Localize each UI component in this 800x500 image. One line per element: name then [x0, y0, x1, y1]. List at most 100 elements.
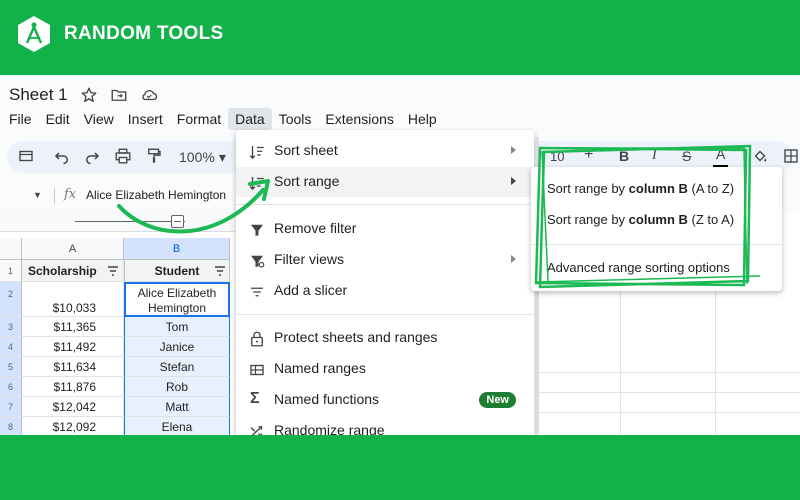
row-number[interactable]: 7 [0, 397, 22, 417]
sort-range-submenu: Sort range by column B (A to Z) Sort ran… [531, 167, 782, 291]
fx-icon: fx [64, 187, 77, 202]
fill-color-icon[interactable] [751, 147, 769, 167]
data-menu: Sort sheet Sort range Remove filter Filt… [236, 130, 534, 440]
grid-line [530, 372, 800, 373]
menu-item-protect[interactable]: Protect sheets and ranges [236, 323, 534, 353]
header-label-student: Student [154, 264, 200, 278]
star-icon[interactable] [80, 86, 98, 104]
filter-icon[interactable] [108, 266, 118, 276]
menu-divider [236, 204, 534, 205]
row-number[interactable]: 4 [0, 337, 22, 357]
active-cell[interactable]: Alice Elizabeth Hemington [124, 282, 230, 317]
grid-line [530, 392, 800, 393]
redo-icon[interactable] [83, 147, 101, 167]
filter-views-icon [251, 255, 265, 268]
cell-line: Hemington [147, 301, 207, 315]
italic-button[interactable]: I [652, 148, 657, 168]
menu-item-label: Named functions [274, 391, 380, 407]
row-number[interactable]: 5 [0, 357, 22, 377]
menu-help[interactable]: Help [401, 108, 444, 130]
menu-item-named-functions[interactable]: Σ Named functions New [236, 385, 534, 415]
compass-hexagon-icon [18, 16, 50, 52]
bold-button[interactable]: B [619, 148, 629, 168]
brand-name: RANDOM TOOLS [64, 23, 224, 44]
sigma-icon: Σ [250, 390, 260, 407]
table-cell[interactable]: $11,876 [22, 377, 124, 397]
menu-item-named-ranges[interactable]: Named ranges [236, 354, 534, 384]
new-badge: New [479, 392, 516, 408]
group-line [75, 221, 185, 222]
text-color-button[interactable]: A [713, 146, 729, 168]
collapse-group-button[interactable] [171, 215, 184, 228]
undo-icon[interactable] [53, 147, 71, 167]
menu-item-label: Sort range [274, 173, 340, 189]
column-header-a[interactable]: A [22, 238, 124, 260]
brand: RANDOM TOOLS [14, 14, 223, 54]
table-cell[interactable]: Rob [124, 377, 230, 397]
table-cell[interactable]: Tom [124, 317, 230, 337]
header-label-scholarship: Scholarship [28, 264, 97, 278]
table-cell[interactable]: Matt [124, 397, 230, 417]
menu-file[interactable]: File [0, 108, 39, 130]
table-cell[interactable]: $10,033 [22, 282, 124, 317]
advanced-sorting-option[interactable]: Advanced range sorting options [547, 260, 730, 275]
option-text: (A to Z) [687, 181, 735, 196]
table-cell[interactable]: Stefan [124, 357, 230, 377]
zoom-value: 100% [179, 149, 215, 165]
header-cell-scholarship[interactable]: Scholarship [22, 260, 124, 282]
formula-input[interactable]: Alice Elizabeth Hemington [86, 188, 226, 202]
document-title[interactable]: Sheet 1 [9, 85, 68, 105]
header-cell-student[interactable]: Student [124, 260, 230, 282]
menu-item-sort-range[interactable]: Sort range [236, 167, 534, 197]
borders-icon[interactable] [782, 147, 800, 167]
table-cell[interactable]: $12,092 [22, 417, 124, 435]
option-text: (Z to A) [687, 212, 735, 227]
menu-bar: File Edit View Insert Format Data Tools … [0, 108, 444, 130]
print-icon[interactable] [114, 147, 132, 167]
filter-icon[interactable] [215, 266, 225, 276]
table-cell[interactable]: $12,042 [22, 397, 124, 417]
menu-view[interactable]: View [77, 108, 121, 130]
row-number[interactable]: 8 [0, 417, 22, 435]
strikethrough-button[interactable]: S [682, 148, 691, 168]
menu-tools[interactable]: Tools [272, 108, 319, 130]
menu-item-label: Remove filter [274, 220, 357, 236]
menu-item-label: Filter views [274, 251, 345, 267]
row-number[interactable]: 1 [0, 260, 22, 282]
search-menus-icon[interactable] [17, 147, 35, 167]
cloud-status-icon[interactable] [140, 86, 158, 104]
table-cell[interactable]: Janice [124, 337, 230, 357]
table-cell[interactable]: $11,634 [22, 357, 124, 377]
column-header-b[interactable]: B [124, 238, 230, 260]
menu-edit[interactable]: Edit [39, 108, 77, 130]
table-cell[interactable]: $11,492 [22, 337, 124, 357]
select-all-corner[interactable] [0, 238, 22, 260]
menu-item-remove-filter[interactable]: Remove filter [236, 214, 534, 244]
font-size-field[interactable]: 10 [550, 149, 564, 169]
menu-divider [236, 314, 534, 315]
zoom-select[interactable]: 100% ▾ [179, 149, 226, 166]
submenu-arrow-icon [511, 146, 516, 154]
menu-item-add-slicer[interactable]: Add a slicer [236, 276, 534, 306]
bottom-banner [0, 435, 800, 500]
sort-range-icon [249, 177, 264, 190]
menu-item-sort-sheet[interactable]: Sort sheet [236, 136, 534, 166]
menu-item-filter-views[interactable]: Filter views [236, 245, 534, 275]
menu-item-label: Protect sheets and ranges [274, 329, 438, 345]
row-number[interactable]: 3 [0, 317, 22, 337]
table-cell[interactable]: $11,365 [22, 317, 124, 337]
menu-extensions[interactable]: Extensions [318, 108, 400, 130]
move-to-folder-icon[interactable] [110, 86, 128, 104]
row-number[interactable]: 2 [0, 282, 22, 317]
paint-format-icon[interactable] [145, 147, 163, 167]
row-number[interactable]: 6 [0, 377, 22, 397]
menu-insert[interactable]: Insert [121, 108, 170, 130]
menu-format[interactable]: Format [170, 108, 228, 130]
sort-a-to-z-option[interactable]: Sort range by column B (A to Z) [547, 181, 734, 196]
increase-font-size-button[interactable]: + [584, 146, 593, 166]
sort-z-to-a-option[interactable]: Sort range by column B (Z to A) [547, 212, 734, 227]
table-cell[interactable]: Elena [124, 417, 230, 435]
slicer-icon [251, 287, 263, 297]
menu-data[interactable]: Data [228, 108, 272, 130]
name-box-dropdown-icon[interactable]: ▼ [33, 190, 42, 200]
